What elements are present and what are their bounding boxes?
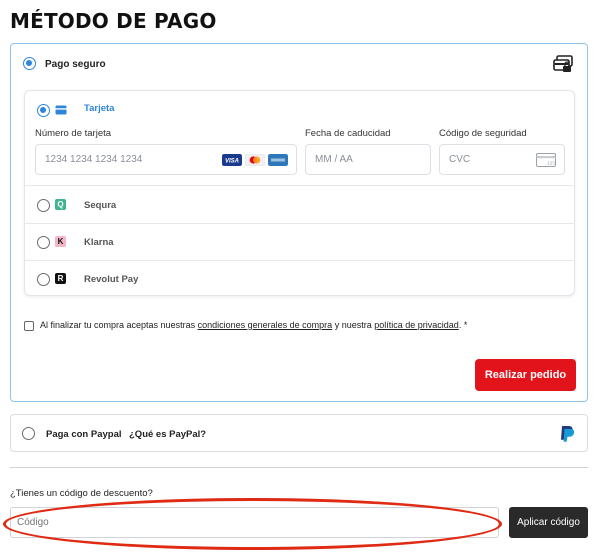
card-method: Tarjeta Número de tarjeta 1234 1234 1234…: [25, 91, 574, 186]
terms-checkbox[interactable]: [24, 321, 34, 331]
privacy-policy-link[interactable]: política de privacidad: [374, 320, 459, 330]
sequra-icon: Q: [55, 199, 66, 210]
klarna-label: Klarna: [84, 237, 114, 248]
terms-prefix: Al finalizar tu compra aceptas nuestras: [40, 320, 196, 330]
secure-card-icon: [553, 55, 573, 72]
expiry-label: Fecha de caducidad: [305, 128, 391, 139]
section-divider: [10, 467, 588, 468]
klarna-icon: K: [55, 236, 66, 247]
secure-payment-radio[interactable]: [23, 57, 36, 70]
card-number-input[interactable]: 1234 1234 1234 1234 VISA: [35, 144, 297, 175]
card-number-placeholder: 1234 1234 1234 1234: [45, 154, 143, 165]
discount-code-input[interactable]: [10, 507, 499, 538]
cvc-input[interactable]: CVC 123: [439, 144, 565, 175]
cvc-label: Código de seguridad: [439, 128, 527, 139]
payment-method-revolut[interactable]: R Revolut Pay: [25, 261, 574, 297]
klarna-radio[interactable]: [37, 236, 50, 249]
expiry-placeholder: MM / AA: [315, 154, 353, 165]
sequra-label: Sequra: [84, 200, 117, 211]
amex-icon: [268, 154, 288, 166]
secure-payment-label: Pago seguro: [45, 59, 106, 70]
sequra-radio[interactable]: [37, 199, 50, 212]
paypal-label: Paga con Paypal: [46, 429, 122, 440]
terms-conditions-link[interactable]: condiciones generales de compra: [198, 320, 333, 330]
terms-text: Al finalizar tu compra aceptas nuestras …: [40, 320, 467, 330]
svg-text:123: 123: [547, 161, 555, 166]
paypal-icon: [561, 426, 575, 442]
payment-method-klarna[interactable]: K Klarna: [25, 224, 574, 261]
card-method-label: Tarjeta: [84, 103, 115, 114]
expiry-input[interactable]: MM / AA: [305, 144, 431, 175]
paypal-option[interactable]: Paga con Paypal ¿Qué es PayPal?: [10, 414, 588, 452]
page-title: MÉTODO DE PAGO: [10, 9, 217, 33]
terms-suffix: . *: [458, 320, 468, 330]
cvc-placeholder: CVC: [449, 154, 471, 165]
credit-card-icon: [55, 105, 67, 115]
discount-question: ¿Tienes un código de descuento?: [10, 488, 153, 499]
card-radio[interactable]: [37, 104, 50, 117]
secure-payment-panel: Pago seguro Tarjeta Número de tarjeta 12…: [10, 43, 588, 402]
payment-method-sequra[interactable]: Q Sequra: [25, 186, 574, 224]
payment-methods-list: Tarjeta Número de tarjeta 1234 1234 1234…: [24, 90, 575, 296]
revolut-label: Revolut Pay: [84, 274, 139, 285]
revolut-radio[interactable]: [37, 273, 50, 286]
visa-icon: VISA: [222, 154, 242, 166]
mastercard-icon: [245, 154, 265, 166]
card-brand-logos: VISA: [222, 154, 288, 166]
place-order-button[interactable]: Realizar pedido: [475, 359, 576, 391]
card-number-label: Número de tarjeta: [35, 128, 112, 139]
apply-code-button[interactable]: Aplicar código: [509, 507, 588, 538]
svg-text:VISA: VISA: [225, 159, 239, 165]
cvc-card-icon: 123: [536, 153, 556, 167]
what-is-paypal-link[interactable]: ¿Qué es PayPal?: [129, 429, 206, 440]
revolut-icon: R: [55, 273, 66, 284]
terms-middle-text: y nuestra: [334, 320, 372, 330]
paypal-radio[interactable]: [22, 427, 35, 440]
